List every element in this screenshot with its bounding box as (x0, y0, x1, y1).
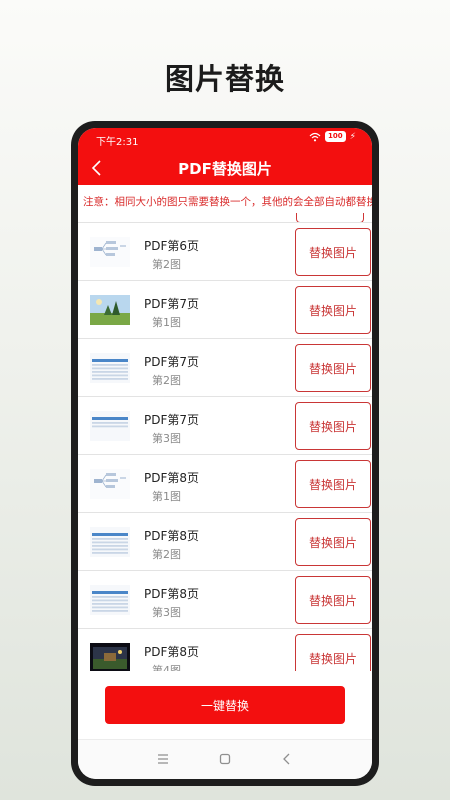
image-index-label: 第3图 (152, 432, 181, 445)
page-label: PDF第7页 (144, 297, 200, 311)
image-thumbnail[interactable] (90, 643, 130, 671)
list-item: PDF第8页第2图 替换图片 (78, 512, 372, 570)
back-icon[interactable] (279, 751, 295, 767)
list-item: PDF第8页第3图 替换图片 (78, 570, 372, 628)
image-thumbnail[interactable] (90, 295, 130, 325)
replace-image-button[interactable]: 替换图片 (295, 402, 371, 450)
status-icons: 100 ⚡ (309, 131, 356, 142)
image-thumbnail[interactable] (90, 411, 130, 441)
page-label: PDF第8页 (144, 529, 200, 543)
home-icon[interactable] (217, 751, 233, 767)
wifi-icon (309, 132, 321, 141)
app-bar: PDF替换图片 (78, 150, 372, 185)
image-index-label: 第1图 (152, 316, 181, 329)
replace-image-button[interactable]: 替换图片 (295, 576, 371, 624)
footer-area: 一键替换 (78, 671, 372, 739)
replace-image-button[interactable]: 替换图片 (295, 460, 371, 508)
replace-all-button[interactable]: 一键替换 (105, 686, 345, 724)
image-thumbnail[interactable] (90, 237, 130, 267)
replace-image-button[interactable]: 替换图片 (295, 344, 371, 392)
status-bar: 下午2:31 100 ⚡ (78, 128, 372, 150)
image-thumbnail[interactable] (90, 527, 130, 557)
image-index-label: 第4图 (152, 664, 181, 671)
replace-image-button[interactable]: 替换图片 (295, 228, 371, 276)
notice-label: 注意：相同大小的图只需要替换一个，其他的会全部自动都替换 (83, 196, 372, 208)
page-label: PDF第8页 (144, 587, 200, 601)
image-thumbnail[interactable] (90, 469, 130, 499)
image-thumbnail[interactable] (90, 585, 130, 615)
system-nav-bar (78, 739, 372, 779)
phone-frame: 下午2:31 100 ⚡ PDF替换图片 注意：相同大小的图只需要替换一个，其他… (71, 121, 379, 786)
list-item: PDF第6页第2图 替换图片 (78, 222, 372, 280)
image-index-label: 第2图 (152, 374, 181, 387)
image-index-label: 第1图 (152, 490, 181, 503)
promo-title: 图片替换 (164, 62, 285, 96)
phone-screen: 下午2:31 100 ⚡ PDF替换图片 注意：相同大小的图只需要替换一个，其他… (78, 128, 372, 779)
list-item: PDF第8页第4图 替换图片 (78, 628, 372, 671)
replace-image-button[interactable]: 替换图片 (295, 286, 371, 334)
image-index-label: 第3图 (152, 606, 181, 619)
replace-image-button[interactable]: 替换图片 (295, 634, 371, 671)
image-index-label: 第2图 (152, 258, 181, 271)
page-title: PDF替换图片 (178, 160, 272, 178)
replace-image-button[interactable]: 替换图片 (295, 518, 371, 566)
battery-icon: 100 (325, 131, 346, 142)
page-label: PDF第8页 (144, 471, 200, 485)
image-list[interactable]: PDF第6页 第2图 替换图片 PDF第7页 第1图 替换图片 PDF第7页 第2图 替换图片 P… (78, 222, 372, 671)
status-time: 下午2:31 (96, 137, 139, 148)
image-index-label: 第2图 (152, 548, 181, 561)
list-item: PDF第7页第3图 替换图片 (78, 396, 372, 454)
menu-icon[interactable] (155, 751, 171, 767)
image-thumbnail[interactable] (90, 353, 130, 383)
page-label: PDF第7页 (144, 355, 200, 369)
notice-text: 注意：相同大小的图只需要替换一个，其他的会全部自动都替换 (78, 185, 372, 223)
charging-icon: ⚡ (349, 131, 356, 142)
list-item: PDF第7页第2图 替换图片 (78, 338, 372, 396)
page-label: PDF第8页 (144, 645, 200, 659)
list-item: PDF第7页第1图 替换图片 (78, 280, 372, 338)
page-label: PDF第7页 (144, 413, 200, 427)
list-item: PDF第8页第1图 替换图片 (78, 454, 372, 512)
page-label: PDF第6页 (144, 239, 200, 253)
